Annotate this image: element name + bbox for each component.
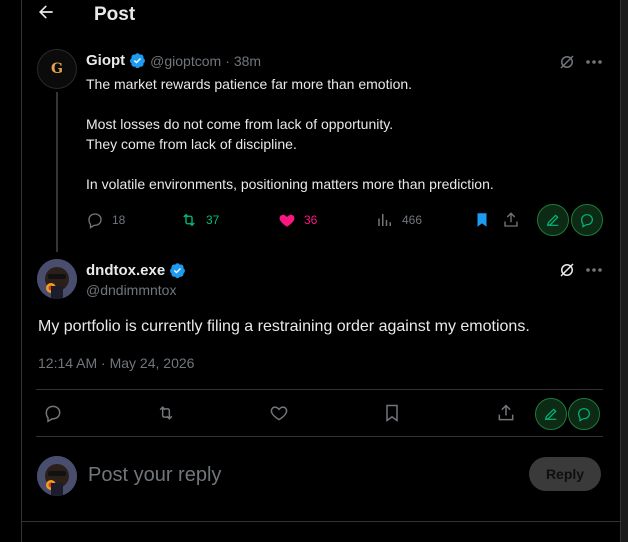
parent-author-handle[interactable]: @gioptcom: [150, 53, 221, 69]
section-divider: [22, 521, 620, 522]
chat-bubble-icon: [581, 214, 593, 228]
repost-icon: [159, 406, 173, 420]
more-dots-icon: [586, 60, 602, 64]
heart-icon: [270, 406, 288, 421]
reply-avatar: [37, 456, 77, 496]
parent-author-name[interactable]: Giopt: [86, 52, 125, 69]
main-like-button[interactable]: [268, 402, 290, 424]
main-edit-button[interactable]: [535, 398, 567, 430]
verified-badge-icon: [170, 263, 186, 279]
parent-text-para-3: In volatile environments, positioning ma…: [86, 176, 494, 192]
main-author-handle[interactable]: @dndimmntox: [86, 282, 176, 298]
like-count: 36: [304, 213, 318, 227]
left-frame: [0, 0, 22, 542]
reply-input[interactable]: Post your reply: [88, 464, 221, 487]
views-action[interactable]: 466: [376, 211, 422, 229]
main-post-text: My portfolio is currently filing a restr…: [38, 318, 530, 335]
pencil-icon: [544, 408, 557, 421]
edit-button[interactable]: [537, 204, 569, 236]
pencil-icon: [546, 214, 559, 227]
back-button[interactable]: [36, 2, 58, 24]
bookmark-action[interactable]: [473, 211, 491, 229]
parent-post-header: Giopt @gioptcom · 38m: [86, 52, 261, 69]
parent-avatar[interactable]: G: [37, 49, 77, 89]
chat-button[interactable]: [571, 204, 603, 236]
grok-icon: [560, 55, 574, 69]
avatar-logo-letter: G: [51, 61, 63, 77]
main-grok-button[interactable]: [556, 260, 578, 280]
parent-text-para-1: The market rewards patience far more tha…: [86, 76, 413, 92]
grok-button[interactable]: [556, 52, 578, 72]
reply-button[interactable]: Reply: [529, 457, 601, 491]
bookmark-icon: [386, 404, 398, 422]
views-count: 466: [402, 213, 423, 227]
main-more-button[interactable]: [584, 263, 604, 277]
share-action[interactable]: [502, 211, 520, 229]
main-post-timestamp[interactable]: 12:14 AM · May 24, 2026: [38, 355, 194, 371]
parent-post-text: The market rewards patience far more tha…: [86, 74, 546, 194]
avatar-image-icon: [37, 259, 77, 299]
header: Post: [22, 0, 620, 30]
main-post-header: dndtox.exe: [86, 262, 186, 279]
main-share-button[interactable]: [495, 402, 517, 424]
reply-icon: [45, 405, 61, 423]
reply-icon: [88, 213, 102, 229]
more-dots-icon: [586, 268, 602, 272]
repost-count: 37: [206, 213, 220, 227]
divider-bottom: [36, 436, 603, 437]
main-author-name[interactable]: dndtox.exe: [86, 262, 165, 279]
repost-action[interactable]: 37: [180, 211, 219, 229]
views-icon: [378, 214, 391, 226]
main-reply-button[interactable]: [42, 402, 64, 424]
avatar-image-icon: [37, 456, 77, 496]
main-chat-button[interactable]: [568, 398, 600, 430]
grok-icon: [560, 263, 574, 277]
parent-text-para-2: Most losses do not come from lack of opp…: [86, 116, 394, 152]
divider-top: [36, 389, 603, 390]
reply-action[interactable]: 18: [86, 211, 125, 229]
thread-line: [56, 92, 58, 252]
bookmark-icon: [477, 213, 487, 227]
verified-badge-icon: [130, 53, 146, 69]
main-bookmark-button[interactable]: [381, 402, 403, 424]
arrow-left-icon: [39, 5, 53, 19]
main-avatar[interactable]: [37, 259, 77, 299]
page-title: Post: [94, 4, 136, 25]
parent-post-time[interactable]: 38m: [234, 53, 261, 69]
heart-icon: [279, 214, 295, 227]
share-icon: [498, 404, 514, 421]
parent-actions: 18 37 36 466: [84, 206, 604, 236]
reply-count: 18: [112, 213, 126, 227]
right-scrollbar[interactable]: [620, 0, 628, 542]
separator-dot: ·: [225, 52, 230, 69]
like-action[interactable]: 36: [278, 211, 317, 229]
parent-more-button[interactable]: [584, 55, 604, 69]
main-repost-button[interactable]: [155, 402, 177, 424]
repost-icon: [183, 213, 195, 227]
share-icon: [504, 212, 518, 227]
chat-bubble-icon: [578, 408, 590, 422]
